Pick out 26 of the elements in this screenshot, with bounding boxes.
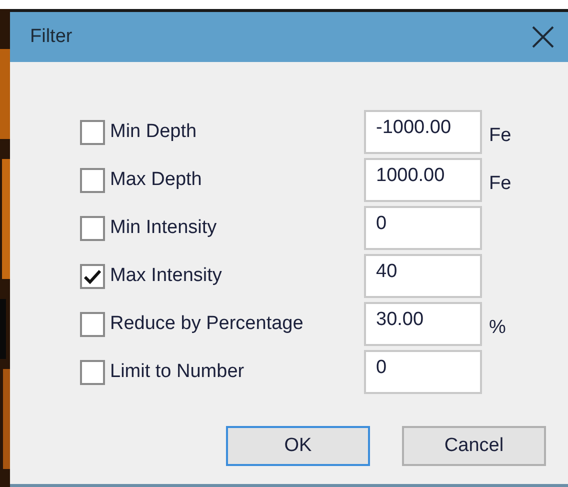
checkbox[interactable] [80,120,105,144]
checkbox-label: Min Intensity [110,216,218,240]
checkbox-label: Min Depth [110,120,198,144]
checkbox[interactable] [80,264,105,288]
dialog-button[interactable]: Cancel [402,426,546,466]
input-field[interactable]: 40 [364,254,482,298]
dialog-button[interactable]: OK [226,426,370,466]
input-field[interactable]: 0 [364,350,482,394]
checkbox-label: Limit to Number [110,360,246,384]
unit-label: % [489,316,506,340]
checkbox[interactable] [80,360,105,384]
input-field[interactable]: -1000.00 [364,110,482,154]
checkbox[interactable] [80,312,105,336]
close-icon[interactable] [532,26,554,48]
input-field[interactable]: 30.00 [364,302,482,346]
checkbox-label: Max Intensity [110,264,223,288]
checkbox[interactable] [80,168,105,192]
input-field[interactable]: 1000.00 [364,158,482,202]
window-title: Filter [30,24,72,49]
checkbox-label: Reduce by Percentage [110,312,304,336]
input-field[interactable]: 0 [364,206,482,250]
unit-label: Fe [489,124,512,148]
checkmark-icon [84,268,101,284]
checkbox[interactable] [80,216,105,240]
checkbox-label: Max Depth [110,168,203,192]
unit-label: Fe [489,172,512,196]
